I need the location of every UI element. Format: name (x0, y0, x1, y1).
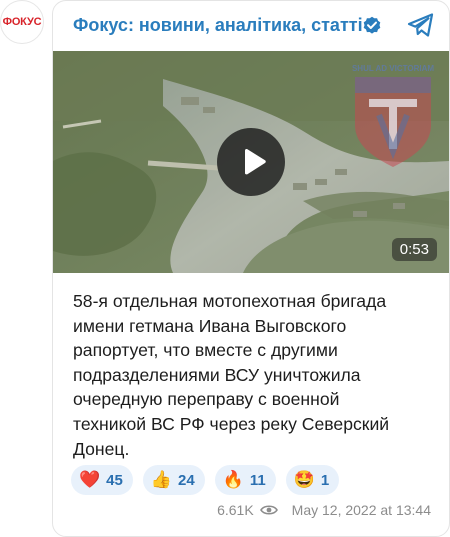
telegram-icon[interactable] (407, 12, 435, 38)
reaction-thumbs-up[interactable]: 👍 24 (142, 465, 205, 495)
verified-badge-icon (363, 16, 381, 34)
post-line: техникой ВС РФ через реку Северский (73, 413, 390, 434)
post-line: имени гетмана Ивана Выговского (73, 315, 347, 336)
post-card: Фокус: новини, аналітика, статті SHUL AD… (52, 0, 450, 537)
star-struck-icon: 🤩 (293, 469, 315, 490)
reaction-count: 45 (106, 471, 123, 489)
view-count: 6.61K (217, 502, 254, 518)
eye-icon (259, 505, 278, 515)
reaction-star-struck[interactable]: 🤩 1 (285, 465, 340, 495)
post-line: подразделениями ВСУ уничтожила (73, 364, 361, 385)
post-line: очередную переправу с военной (73, 389, 340, 410)
post-text: 58-я отдельная мотопехотная бригада имен… (73, 289, 443, 461)
post-date: May 12, 2022 at 13:44 (291, 502, 431, 518)
reaction-count: 11 (249, 471, 266, 489)
fire-icon: 🔥 (222, 469, 244, 490)
play-icon (245, 148, 266, 175)
thumbs-up-icon: 👍 (150, 469, 173, 490)
heart-icon: ❤️ (79, 469, 101, 490)
video-duration: 0:53 (391, 238, 437, 261)
post-line: 58-я отдельная мотопехотная бригада (73, 291, 387, 311)
reaction-fire[interactable]: 🔥 11 (214, 465, 276, 495)
post-line: Донец. (73, 438, 130, 459)
post-header: Фокус: новини, аналітика, статті (53, 9, 449, 43)
reactions-bar: ❤️ 45 👍 24 🔥 11 🤩 1 (71, 465, 340, 495)
avatar-text: ФОКУС (2, 16, 42, 28)
emblem-text: SHUL AD VICTORIAM (352, 64, 434, 73)
reaction-heart[interactable]: ❤️ 45 (71, 465, 133, 495)
play-button[interactable] (217, 128, 285, 196)
reaction-count: 24 (178, 471, 195, 489)
brigade-emblem-icon: SHUL AD VICTORIAM (352, 64, 434, 167)
post-line: рапортует, что вместе с другими (73, 340, 338, 361)
channel-avatar[interactable]: ФОКУС (0, 0, 44, 44)
channel-title[interactable]: Фокус: новини, аналітика, статті (73, 15, 363, 36)
reaction-count: 1 (320, 471, 330, 489)
post-meta: 6.61K May 12, 2022 at 13:44 (217, 502, 431, 518)
video-player[interactable]: SHUL AD VICTORIAM 0:53 (53, 51, 449, 273)
